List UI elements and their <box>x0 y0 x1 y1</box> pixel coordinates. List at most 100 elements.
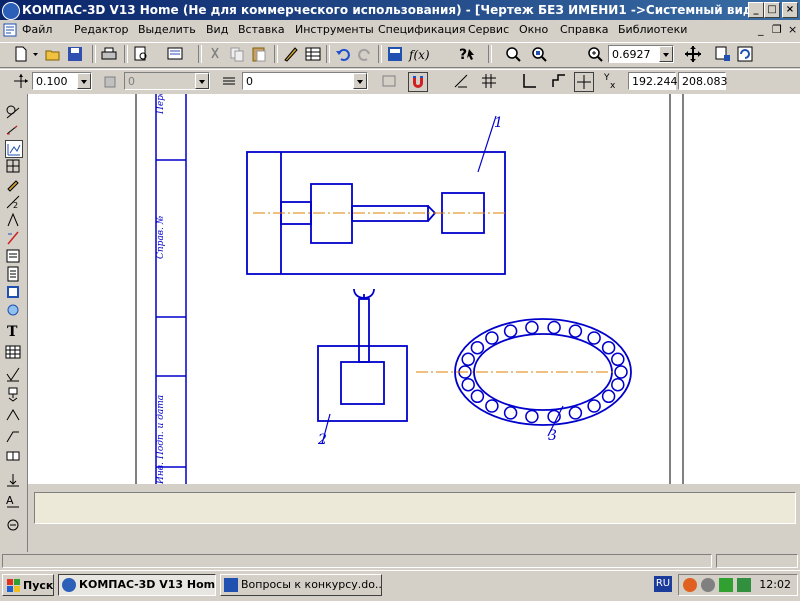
cut-line-icon[interactable] <box>5 472 21 488</box>
layer-icon[interactable] <box>102 72 120 90</box>
db-icon[interactable] <box>386 45 404 63</box>
measure-icon[interactable]: 2 <box>5 194 21 210</box>
menu-window[interactable]: Окно <box>519 23 548 36</box>
reports-icon[interactable] <box>5 248 21 264</box>
menu-tools[interactable]: Инструменты <box>295 23 374 36</box>
frame-label-sprav: Справ. № <box>156 215 166 259</box>
help-icon[interactable]: ? <box>458 45 476 63</box>
start-button[interactable]: Пуск <box>2 574 54 596</box>
zoom-combo[interactable]: 0.6927 <box>608 45 674 63</box>
paste-icon[interactable] <box>250 45 268 63</box>
views-icon[interactable] <box>5 284 21 300</box>
tolerance-icon[interactable] <box>5 450 21 466</box>
doc-minimize-button[interactable]: _ <box>758 23 764 36</box>
manager-icon[interactable] <box>166 45 184 63</box>
dimensions-icon[interactable] <box>5 122 21 138</box>
menu-select[interactable]: Выделить <box>138 23 196 36</box>
roughness-icon[interactable] <box>5 366 21 382</box>
menu-service[interactable]: Сервис <box>468 23 509 36</box>
round-icon[interactable] <box>550 72 568 90</box>
coord-x-field[interactable]: 192.244 <box>628 72 678 90</box>
edit-icon[interactable] <box>5 158 21 174</box>
redo-icon[interactable] <box>356 45 374 63</box>
task-kompas-label: КОМПАС-3D V13 Home... <box>79 578 216 591</box>
parametrization-icon[interactable] <box>5 176 21 192</box>
task-kompas[interactable]: КОМПАС-3D V13 Home... <box>58 574 216 596</box>
drawing-canvas[interactable]: Перв Справ. № Подп. и дата Инв. 1 2 3 <box>28 94 800 484</box>
sound-tray-icon[interactable] <box>701 578 715 592</box>
zoom-window-icon[interactable] <box>504 45 522 63</box>
text-icon[interactable]: T <box>5 322 21 340</box>
step-icon[interactable] <box>12 72 30 90</box>
new-icon[interactable] <box>12 45 30 63</box>
coord-y-value: 208.083 <box>682 75 728 88</box>
menu-libraries[interactable]: Библиотеки <box>618 23 687 36</box>
cut-icon[interactable] <box>206 45 224 63</box>
table-tool-icon[interactable] <box>5 344 21 360</box>
spec-icon[interactable] <box>5 230 21 246</box>
start-label: Пуск <box>23 579 54 592</box>
save-icon[interactable] <box>66 45 84 63</box>
menu-view[interactable]: Вид <box>206 23 228 36</box>
undo-icon[interactable] <box>334 45 352 63</box>
command-field[interactable] <box>34 492 796 524</box>
preview-icon[interactable] <box>132 45 150 63</box>
refresh-icon[interactable] <box>736 45 754 63</box>
part-2-hoist <box>317 288 408 422</box>
cursor-icon[interactable] <box>574 72 594 92</box>
insert-icon[interactable] <box>5 266 21 282</box>
regen-icon[interactable] <box>714 45 732 63</box>
doc-restore-button[interactable]: ❐ <box>772 23 782 36</box>
select-icon[interactable] <box>5 212 21 228</box>
style-combo[interactable]: 0 <box>242 72 368 90</box>
pan-icon[interactable] <box>684 45 702 63</box>
print-icon[interactable] <box>100 45 118 63</box>
layer-combo[interactable]: 0 <box>124 72 210 90</box>
fx-icon[interactable]: f(x) <box>408 45 430 63</box>
ortho-icon[interactable] <box>452 72 470 90</box>
base-icon[interactable] <box>5 386 21 402</box>
menu-bar: Файл Редактор Выделить Вид Вставка Инстр… <box>0 20 800 40</box>
chevron-down-icon[interactable] <box>77 73 91 89</box>
menu-specification[interactable]: Спецификация <box>378 23 465 36</box>
doc-close-button[interactable]: × <box>788 23 797 36</box>
layers-icon[interactable] <box>5 302 21 318</box>
ring-roller <box>461 377 475 392</box>
coord-y-field[interactable]: 208.083 <box>678 72 728 90</box>
position-icon[interactable] <box>5 428 21 444</box>
menu-editor[interactable]: Редактор <box>74 23 129 36</box>
chevron-down-icon[interactable] <box>195 73 209 89</box>
maximize-button[interactable]: □ <box>764 2 780 18</box>
zoom-in-icon[interactable] <box>586 45 604 63</box>
weld-icon[interactable] <box>5 516 21 532</box>
properties-icon[interactable] <box>282 45 300 63</box>
chevron-down-icon[interactable] <box>659 46 673 62</box>
coords-icon[interactable] <box>520 72 538 90</box>
network-tray-icon[interactable] <box>719 578 733 592</box>
notation-icon[interactable] <box>5 140 23 158</box>
leader-icon[interactable] <box>5 406 21 422</box>
zoom-all-icon[interactable] <box>530 45 548 63</box>
local-cs-icon[interactable] <box>380 72 398 90</box>
snap-magnet-icon[interactable] <box>408 72 428 92</box>
step-combo[interactable]: 0.100 <box>32 72 92 90</box>
task-word[interactable]: Вопросы к конкурсу.do... <box>220 574 382 596</box>
minimize-button[interactable]: _ <box>748 2 764 18</box>
chevron-down-icon[interactable] <box>353 73 367 89</box>
menu-help[interactable]: Справка <box>560 23 608 36</box>
menu-file[interactable]: Файл <box>22 23 52 36</box>
style-icon[interactable] <box>220 72 238 90</box>
geometry-icon[interactable] <box>5 104 21 120</box>
update-tray-icon[interactable] <box>737 578 751 592</box>
close-button[interactable]: × <box>782 2 798 18</box>
style-value: 0 <box>246 75 253 88</box>
open-icon[interactable] <box>44 45 62 63</box>
coord-x-label: Y <box>604 73 610 83</box>
arrow-view-icon[interactable]: A <box>5 494 21 510</box>
copy-icon[interactable] <box>228 45 246 63</box>
language-indicator[interactable]: RU <box>654 576 672 592</box>
table-icon[interactable] <box>304 45 322 63</box>
browser-tray-icon[interactable] <box>683 578 697 592</box>
menu-insert[interactable]: Вставка <box>238 23 285 36</box>
grid-icon[interactable] <box>480 72 498 90</box>
